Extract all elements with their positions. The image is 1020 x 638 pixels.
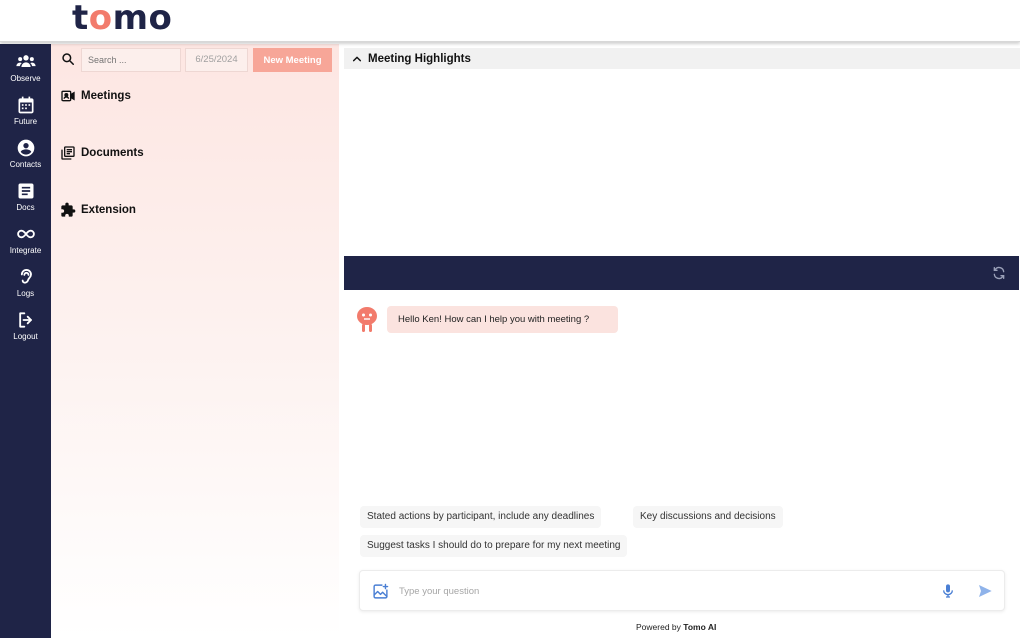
refresh-icon[interactable] [991, 265, 1007, 281]
bot-message: Hello Ken! How can I help you with meeti… [387, 306, 618, 333]
send-icon[interactable] [977, 583, 993, 599]
nav-label: Integrate [9, 246, 42, 255]
nav-label: Logout [13, 332, 38, 341]
nav-item-observe[interactable]: Observe [0, 52, 51, 92]
question-input-box [359, 570, 1005, 611]
calendar-icon [18, 96, 33, 114]
date-field[interactable]: 6/25/2024 [185, 48, 248, 72]
nav-item-logout[interactable]: Logout [0, 310, 51, 350]
meeting-highlights-header[interactable]: Meeting Highlights [344, 48, 1020, 69]
suggestion-chip[interactable]: Stated actions by participant, include a… [360, 506, 602, 528]
logout-icon [18, 312, 32, 328]
search-row: 6/25/2024 New Meeting [59, 48, 334, 72]
nav-item-integrate[interactable]: Integrate [0, 224, 51, 264]
sidebar-link-documents[interactable]: Documents [60, 143, 144, 163]
tomo-logo[interactable]: tomo [72, 0, 172, 38]
search-input[interactable] [81, 48, 181, 72]
nav-item-contacts[interactable]: Contacts [0, 138, 51, 178]
nav-item-future[interactable]: Future [0, 95, 51, 135]
chevron-up-icon[interactable] [352, 54, 362, 64]
nav-label: Docs [16, 203, 35, 212]
sidebar-link-meetings[interactable]: Meetings [60, 86, 131, 106]
top-bar: tomo [0, 0, 1020, 42]
sidebar: 6/25/2024 New Meeting Meetings Documents… [51, 44, 339, 638]
powered-brand: Tomo AI [683, 622, 717, 632]
library-books-icon [61, 146, 75, 160]
chat-header [344, 256, 1019, 290]
infinity-icon [16, 229, 35, 239]
nav-label: Observe [10, 74, 41, 83]
suggestion-chip[interactable]: Suggest tasks I should do to prepare for… [360, 535, 628, 557]
sidebar-link-extension[interactable]: Extension [60, 200, 136, 220]
contact-icon [17, 139, 34, 157]
sidebar-link-label: Meetings [81, 90, 131, 102]
bot-avatar-icon [357, 307, 377, 332]
users-icon [15, 55, 36, 67]
powered-by-footer: Powered by Tomo AI [636, 622, 716, 632]
puzzle-icon [61, 202, 76, 217]
microphone-icon[interactable] [940, 583, 956, 599]
video-contact-icon [61, 90, 75, 102]
nav-label: Contacts [9, 160, 42, 169]
suggestion-chip[interactable]: Key discussions and decisions [633, 506, 783, 528]
sidebar-link-label: Documents [81, 147, 144, 159]
question-input[interactable] [399, 582, 919, 600]
nav-item-logs[interactable]: Logs [0, 267, 51, 307]
add-image-icon[interactable] [372, 583, 389, 600]
left-nav: Observe Future Contacts Docs Integrate L… [0, 44, 51, 638]
search-icon[interactable] [61, 52, 75, 66]
powered-prefix: Powered by [636, 622, 681, 632]
nav-label: Logs [16, 289, 35, 298]
sidebar-link-label: Extension [81, 204, 136, 216]
nav-item-docs[interactable]: Docs [0, 181, 51, 221]
nav-label: Future [13, 117, 38, 126]
ear-icon [20, 269, 32, 284]
new-meeting-button[interactable]: New Meeting [253, 48, 332, 72]
meeting-highlights-title: Meeting Highlights [368, 52, 471, 65]
document-icon [18, 183, 33, 199]
